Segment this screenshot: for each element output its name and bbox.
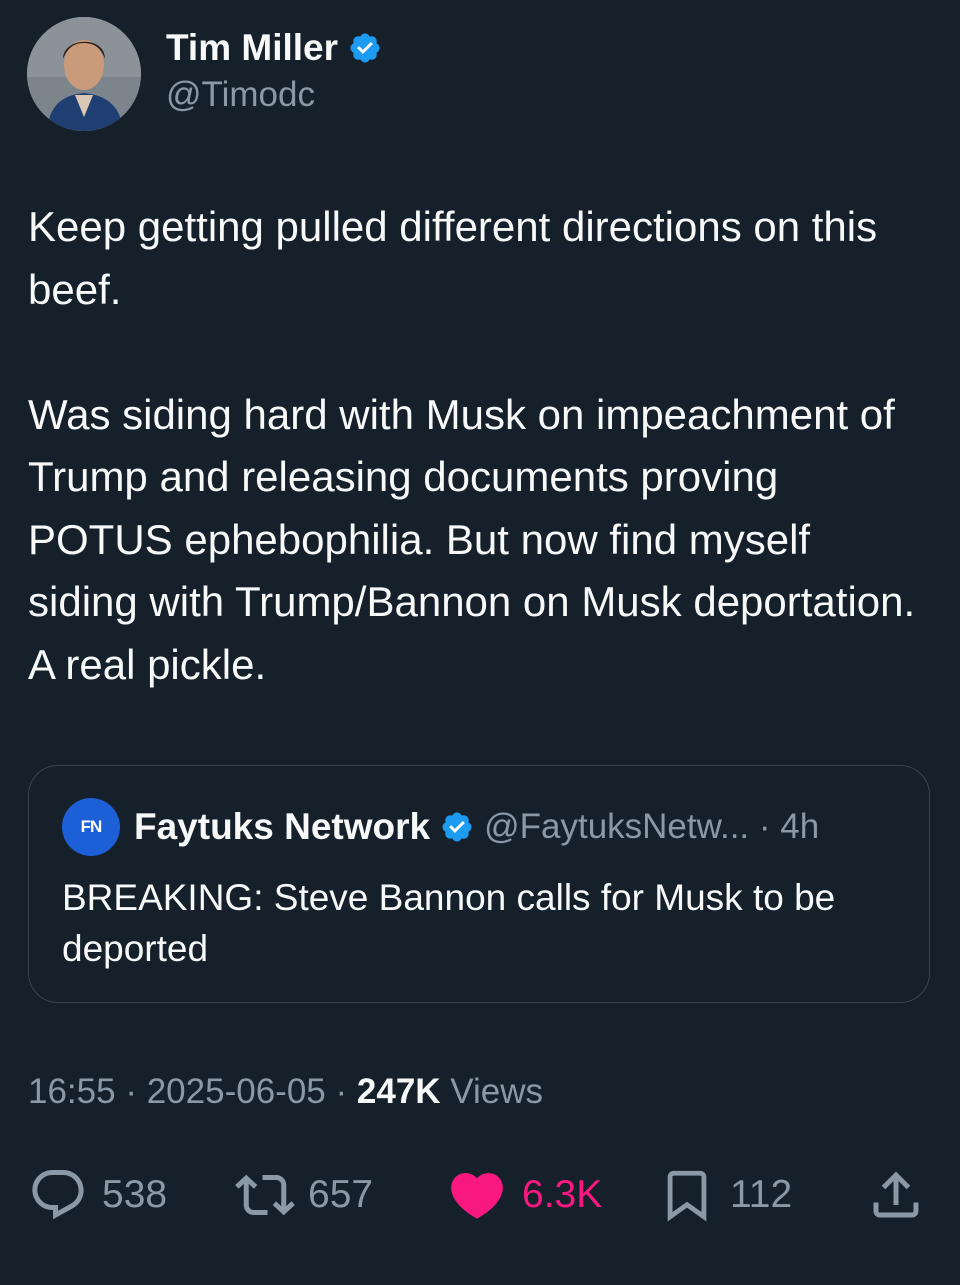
- verified-badge-icon: [350, 33, 380, 63]
- quote-logo-text: FN: [80, 817, 103, 836]
- repost-count: 657: [308, 1173, 374, 1216]
- repost-button[interactable]: 657: [232, 1160, 373, 1230]
- quote-text: BREAKING: Steve Bannon calls for Musk to…: [62, 877, 836, 969]
- tweet-meta: 16:55 · 2025-06-05 · 247K Views: [28, 1072, 543, 1112]
- bookmark-button[interactable]: 112: [658, 1160, 792, 1230]
- reply-count: 538: [102, 1173, 168, 1216]
- verified-badge-icon: [442, 812, 472, 842]
- repost-icon: [235, 1174, 295, 1216]
- quoted-tweet-card[interactable]: FN Faytuks Network @FaytuksNetw... · 4h …: [28, 765, 930, 1003]
- like-button[interactable]: 6.3K: [446, 1160, 602, 1230]
- quote-age: 4h: [780, 807, 820, 846]
- quote-separator: ·: [749, 807, 781, 846]
- meta-separator: ·: [335, 1072, 357, 1111]
- tweet-text: Keep getting pulled different directions…: [28, 203, 916, 688]
- bookmark-icon: [667, 1170, 707, 1222]
- bookmark-count: 112: [730, 1173, 793, 1216]
- tweet-time[interactable]: 16:55: [28, 1072, 116, 1111]
- author-handle[interactable]: @Timodc: [166, 72, 382, 118]
- share-button[interactable]: [866, 1160, 926, 1230]
- author-block: Tim Miller @Timodc: [166, 26, 382, 118]
- action-bar: 538 657 6.3K 112: [0, 1160, 960, 1230]
- reply-icon: [32, 1170, 84, 1220]
- author-name-row[interactable]: Tim Miller: [166, 26, 382, 70]
- reply-button[interactable]: 538: [28, 1160, 167, 1230]
- quote-author-handle: @FaytuksNetw...: [484, 807, 750, 846]
- quote-header: FN Faytuks Network @FaytuksNetw... · 4h: [62, 798, 819, 856]
- tweet-date[interactable]: 2025-06-05: [147, 1072, 326, 1111]
- views-count: 247K: [356, 1072, 441, 1111]
- views-label: Views: [450, 1072, 544, 1111]
- heart-icon: [451, 1173, 503, 1219]
- like-count: 6.3K: [522, 1173, 603, 1216]
- author-avatar[interactable]: [27, 17, 141, 131]
- share-icon: [873, 1171, 919, 1218]
- meta-separator: ·: [125, 1072, 147, 1111]
- quote-avatar: FN: [62, 798, 120, 856]
- quote-author-name: Faytuks Network: [134, 806, 431, 847]
- author-name[interactable]: Tim Miller: [166, 26, 338, 70]
